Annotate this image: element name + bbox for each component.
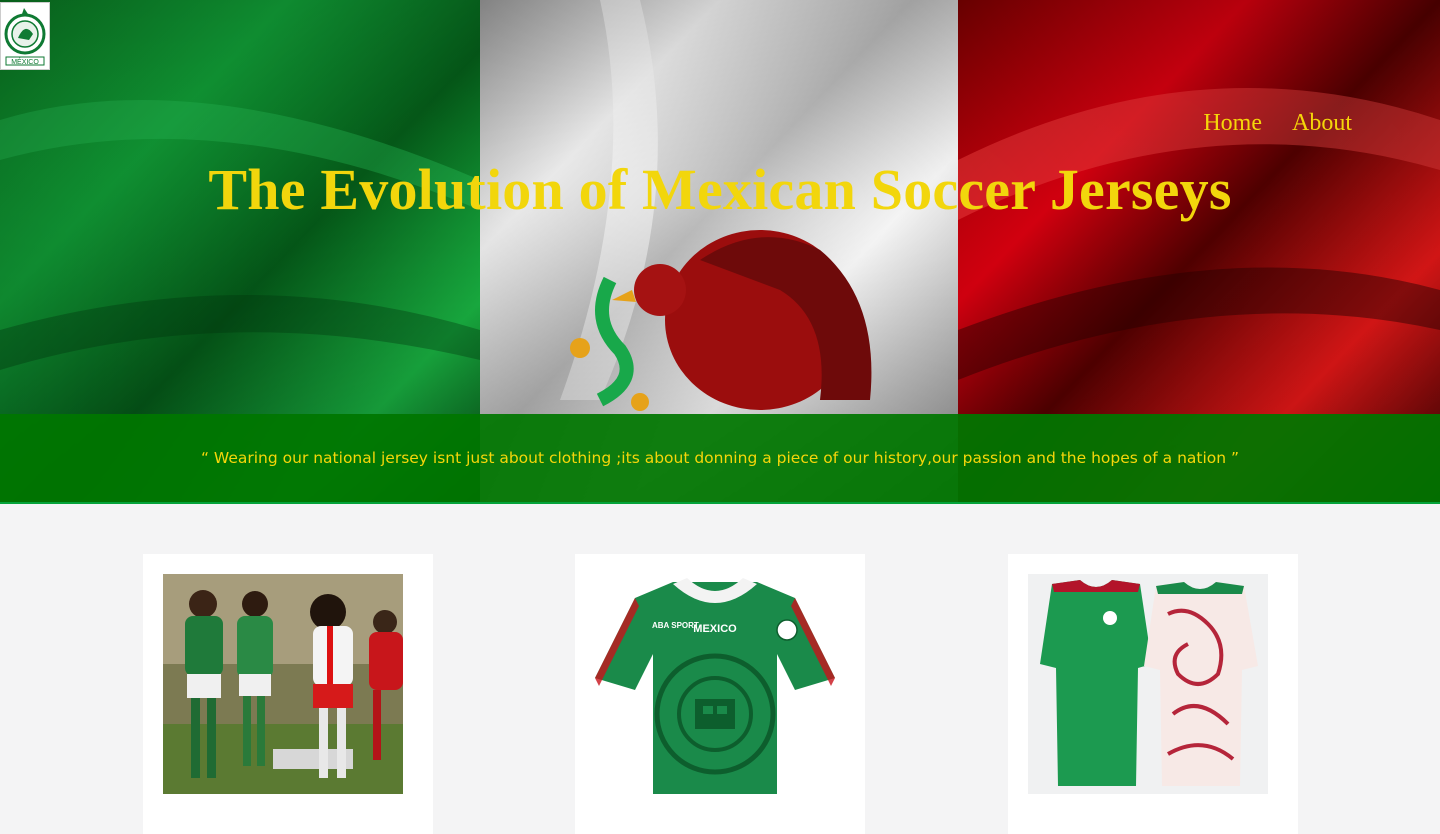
- modern-home-away-jerseys: [1028, 574, 1268, 794]
- nav-about-link[interactable]: About: [1292, 110, 1352, 137]
- quote-banner: “ Wearing our national jersey isnt just …: [0, 414, 1440, 504]
- logo-text: MÉXICO: [11, 57, 39, 66]
- jersey-mexico-text: MEXICO: [693, 623, 737, 635]
- main-nav: Home About: [1203, 110, 1352, 137]
- site-logo[interactable]: MÉXICO: [0, 2, 50, 70]
- page-title: The Evolution of Mexican Soccer Jerseys: [208, 157, 1232, 222]
- mexico-federation-crest-icon: MÉXICO: [4, 8, 46, 66]
- jersey-card-retro[interactable]: MEXICO ABA SPORT: [575, 554, 865, 834]
- jersey-brand-text: ABA SPORT: [652, 621, 699, 630]
- nav-home-link[interactable]: Home: [1203, 110, 1262, 137]
- jersey-card-vintage[interactable]: [143, 554, 433, 834]
- hero-quote: “ Wearing our national jersey isnt just …: [200, 449, 1240, 467]
- jersey-card-modern[interactable]: [1008, 554, 1298, 834]
- vintage-match-photo: [163, 574, 403, 794]
- hero-banner: MÉXICO Home About The Evolution of Mexic…: [0, 0, 1440, 504]
- retro-aztec-jersey: MEXICO ABA SPORT: [595, 574, 835, 794]
